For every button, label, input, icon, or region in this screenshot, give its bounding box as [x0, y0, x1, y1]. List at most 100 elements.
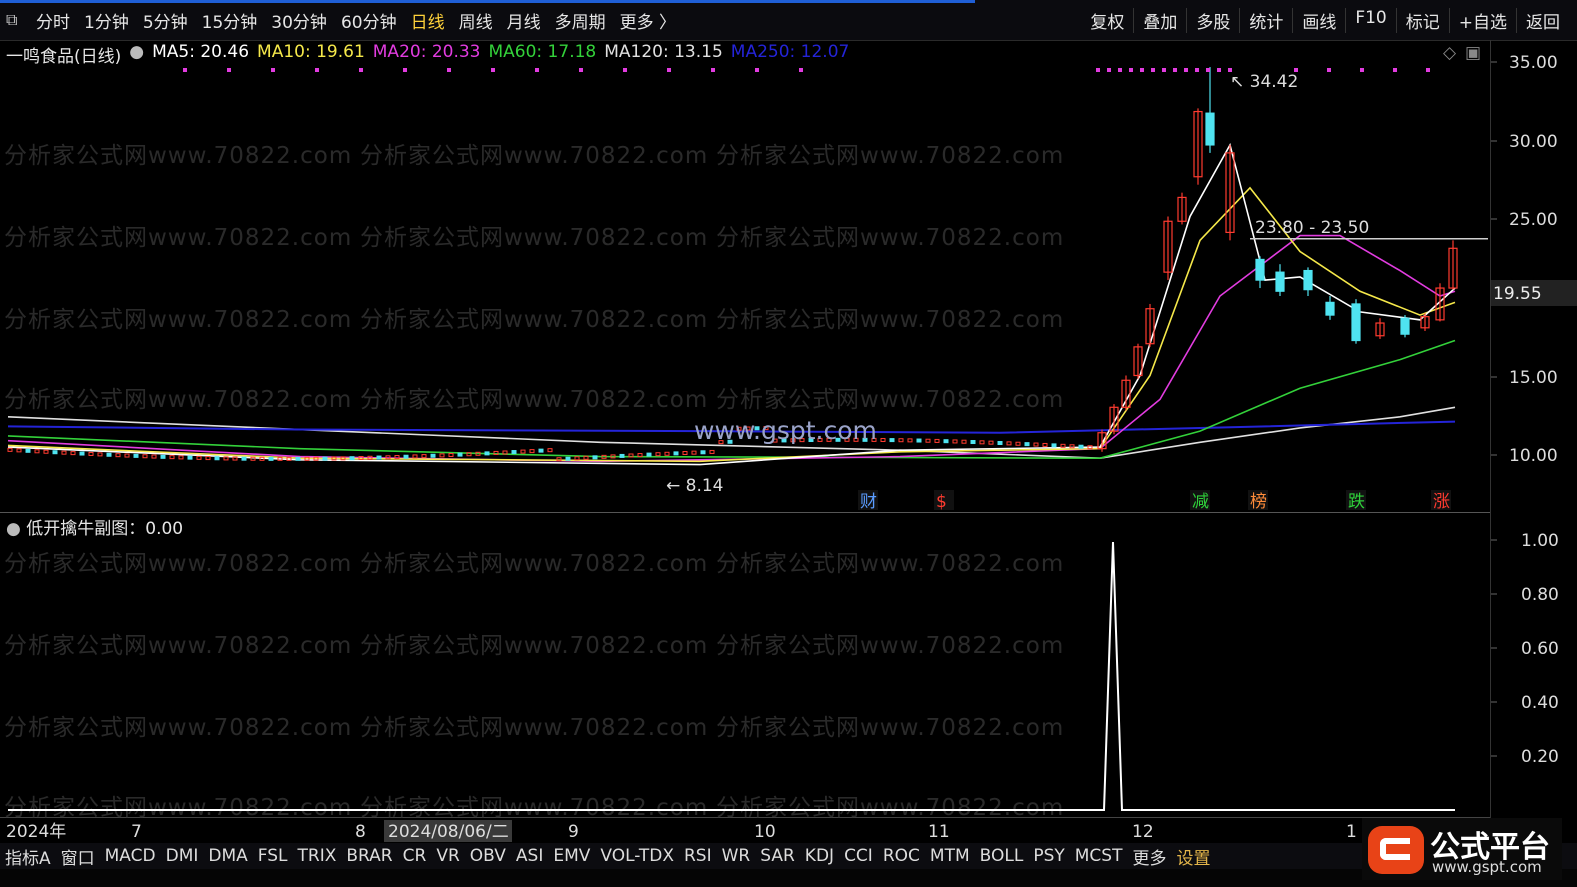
small-candle [997, 440, 1003, 445]
period-tab-5[interactable]: 60分钟 [341, 8, 397, 33]
period-tabs: 分时 1分钟 5分钟 15分钟 30分钟 60分钟 日线 周线 月线 多周期 更多 〉 [36, 8, 676, 33]
signal-dot [1206, 68, 1210, 72]
period-tab-6[interactable]: 日线 [411, 8, 445, 33]
price-tick: 25.00 [1509, 210, 1558, 230]
tool-button-3[interactable]: 统计 [1239, 8, 1292, 33]
indicator-tab-6[interactable]: TRIX [293, 846, 342, 866]
date-label-5: 10 [754, 822, 776, 842]
signal-dot [359, 68, 363, 72]
small-candle [592, 455, 598, 460]
tool-button-2[interactable]: 多股 [1186, 8, 1239, 33]
tool-button-7[interactable]: +自选 [1448, 8, 1516, 33]
small-candle [97, 452, 103, 457]
sub-chart[interactable] [0, 512, 1490, 812]
main-chart-panel[interactable]: ↖ 34.42 ← 8.14 23.80 - 23.50 www.gspt.com ◇ ▣… [0, 40, 1490, 512]
signal-dot [447, 68, 451, 72]
period-tab-1[interactable]: 1分钟 [84, 8, 129, 33]
small-candle [691, 450, 697, 455]
small-candle [1006, 441, 1012, 446]
period-tab-0[interactable]: 分时 [36, 8, 70, 33]
small-candle [628, 453, 634, 458]
indicator-tab-25[interactable]: 设置 [1171, 844, 1215, 869]
small-candle [709, 449, 715, 454]
small-candle [673, 451, 679, 456]
indicator-tab-2[interactable]: MACD [100, 846, 161, 866]
legend-ma5: MA5: 20.46 [152, 42, 250, 62]
indicator-tab-7[interactable]: BRAR [341, 846, 397, 866]
tool-button-6[interactable]: 标记 [1395, 8, 1449, 33]
small-candle [232, 456, 238, 461]
panel-toggle-icon[interactable]: ⧉ [6, 10, 17, 30]
period-tab-4[interactable]: 30分钟 [271, 8, 327, 33]
indicator-tab-4[interactable]: DMA [203, 846, 252, 866]
collapse-icon[interactable]: ● [129, 42, 144, 67]
signal-dot [1195, 68, 1199, 72]
date-axis: 2024年 7 8 2024/08/06/二 9 10 11 12 1 [0, 817, 1490, 844]
small-candle [376, 455, 382, 460]
collapse-icon[interactable]: ● [6, 519, 26, 539]
price-tick: 30.00 [1509, 132, 1558, 152]
signal-dot [1107, 68, 1111, 72]
tool-button-1[interactable]: 叠加 [1133, 8, 1186, 33]
indicator-tab-9[interactable]: VR [431, 846, 464, 866]
small-candle [547, 448, 553, 453]
status-strip [0, 869, 1577, 887]
small-candle [7, 447, 13, 452]
low-label: ← 8.14 [666, 476, 724, 496]
stock-name: 一鸣食品(日线) [6, 47, 122, 67]
indicator-tab-5[interactable]: FSL [253, 846, 293, 866]
indicator-tab-3[interactable]: DMI [161, 846, 204, 866]
indicator-tab-21[interactable]: BOLL [975, 846, 1029, 866]
small-candle [1042, 442, 1048, 447]
indicator-tab-22[interactable]: PSY [1028, 846, 1069, 866]
indicator-tab-12[interactable]: EMV [548, 846, 595, 866]
small-candle [979, 440, 985, 445]
indicator-tab-14[interactable]: RSI [679, 846, 717, 866]
indicator-tab-20[interactable]: MTM [925, 846, 975, 866]
tool-button-4[interactable]: 画线 [1292, 8, 1345, 33]
period-tab-2[interactable]: 5分钟 [143, 8, 188, 33]
signal-dot [227, 68, 231, 72]
period-tab-8[interactable]: 月线 [507, 8, 541, 33]
indicator-tab-8[interactable]: CR [398, 846, 432, 866]
signal-dot [1096, 68, 1100, 72]
indicator-tab-1[interactable]: 窗口 [56, 844, 100, 869]
signal-dot [1393, 68, 1397, 72]
indicator-tab-13[interactable]: VOL-TDX [595, 846, 679, 866]
small-candle [394, 455, 400, 460]
small-candle [484, 451, 490, 456]
period-tab-10[interactable]: 更多 〉 [620, 8, 676, 33]
indicator-tab-15[interactable]: WR [717, 846, 756, 866]
small-candle [187, 455, 193, 460]
indicator-tab-10[interactable]: OBV [465, 846, 511, 866]
indicator-tab-17[interactable]: KDJ [800, 846, 839, 866]
small-candle [1024, 442, 1030, 447]
small-candle [907, 438, 913, 443]
small-candle [934, 438, 940, 443]
period-tab-9[interactable]: 多周期 [555, 8, 606, 33]
indicator-tab-11[interactable]: ASI [511, 846, 548, 866]
tool-button-0[interactable]: 复权 [1081, 8, 1133, 33]
indicator-tab-16[interactable]: SAR [755, 846, 800, 866]
small-candle [700, 450, 706, 455]
progress-line [0, 0, 975, 3]
indicator-tab-18[interactable]: CCI [839, 846, 878, 866]
indicator-tab-0[interactable]: 指标A [0, 844, 56, 869]
tool-button-5[interactable]: F10 [1345, 8, 1395, 33]
event-marker-0: 财 [860, 492, 877, 512]
small-candle [142, 454, 148, 459]
event-marker-5: 涨 [1433, 492, 1450, 512]
indicator-tab-23[interactable]: MCST [1070, 846, 1128, 866]
indicator-tab-19[interactable]: ROC [878, 846, 925, 866]
signal-dot [1360, 68, 1364, 72]
period-tab-7[interactable]: 周线 [459, 8, 493, 33]
candlestick-chart[interactable]: ↖ 34.42 ← 8.14 23.80 - 23.50 www.gspt.com ◇ ▣… [0, 40, 1490, 512]
period-tab-3[interactable]: 15分钟 [202, 8, 258, 33]
price-axis: 35.00 30.00 25.00 15.00 10.00 19.55 1.00 0.80 0.… [1490, 40, 1577, 830]
tool-button-8[interactable]: 返回 [1516, 8, 1569, 33]
small-candle [205, 456, 211, 461]
small-candle [241, 456, 247, 461]
small-candle [502, 450, 508, 455]
indicator-tab-24[interactable]: 更多 [1127, 844, 1171, 869]
small-candle [664, 451, 670, 456]
